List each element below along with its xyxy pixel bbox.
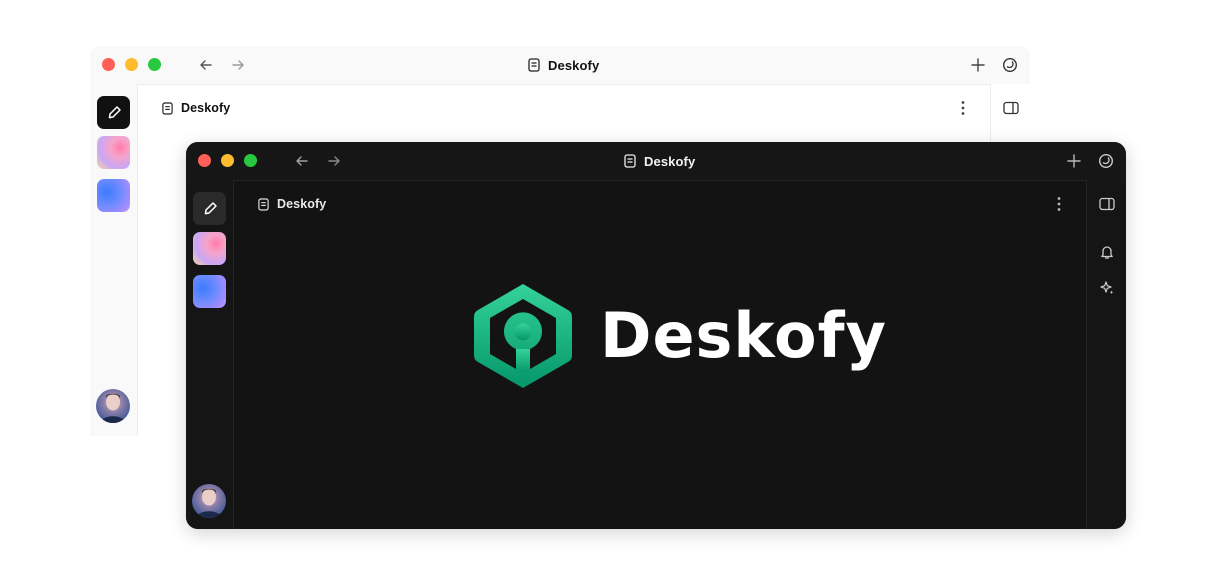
arrow-right-icon [328, 156, 340, 166]
page-title: Deskofy [258, 184, 326, 224]
forward-button[interactable] [327, 154, 341, 168]
document-icon [258, 197, 269, 211]
sparkle-icon [1100, 281, 1114, 295]
more-options-button[interactable] [1050, 195, 1068, 213]
minimize-window-button[interactable] [221, 154, 234, 167]
toggle-panel-button[interactable] [1098, 195, 1116, 213]
title-bar: Deskofy [186, 142, 1126, 181]
close-window-button[interactable] [102, 58, 115, 71]
circle-icon [1098, 153, 1114, 169]
front-window: Deskofy Deskofy Deskofy [186, 142, 1126, 529]
page-title: Deskofy [162, 88, 230, 128]
new-tab-button[interactable] [969, 56, 987, 74]
back-button[interactable] [199, 58, 213, 72]
toggle-panel-button[interactable] [1002, 99, 1020, 117]
window-title: Deskofy [528, 46, 599, 84]
more-options-button[interactable] [954, 99, 972, 117]
bell-icon [1101, 246, 1113, 259]
arrow-left-icon [200, 60, 212, 70]
right-rail [1086, 180, 1126, 529]
sidebar-panel-icon [1003, 101, 1019, 115]
page-header: Deskofy [234, 180, 1086, 228]
document-icon [162, 101, 173, 115]
maximize-window-button[interactable] [148, 58, 161, 71]
user-avatar[interactable] [192, 484, 226, 518]
more-vertical-icon [961, 101, 965, 115]
pen-icon [108, 105, 121, 119]
more-vertical-icon [1057, 197, 1061, 211]
back-button[interactable] [295, 154, 309, 168]
brand-name: Deskofy [600, 299, 887, 372]
gradient-pink-app-tile[interactable] [193, 232, 226, 265]
page-title-text: Deskofy [277, 197, 327, 211]
arrow-left-icon [296, 156, 308, 166]
gradient-blue-app-tile[interactable] [193, 275, 226, 308]
app-sidebar [186, 180, 234, 529]
arrow-right-icon [232, 60, 244, 70]
page-title-text: Deskofy [181, 101, 231, 115]
forward-button[interactable] [231, 58, 245, 72]
pen-app-tile[interactable] [193, 192, 226, 225]
hexagon-pin-logo [474, 284, 572, 388]
ai-assistant-button[interactable] [1098, 279, 1116, 297]
minimize-window-button[interactable] [125, 58, 138, 71]
notifications-button[interactable] [1098, 243, 1116, 261]
account-button[interactable] [1001, 56, 1019, 74]
account-button[interactable] [1097, 152, 1115, 170]
window-title: Deskofy [624, 142, 695, 180]
pen-icon [204, 201, 217, 215]
close-window-button[interactable] [198, 154, 211, 167]
gradient-blue-app-tile[interactable] [97, 179, 130, 212]
document-icon [624, 154, 636, 168]
pen-app-tile[interactable] [97, 96, 130, 129]
user-avatar[interactable] [96, 389, 130, 423]
plus-icon [1067, 154, 1081, 168]
app-sidebar [90, 84, 138, 436]
maximize-window-button[interactable] [244, 154, 257, 167]
page-header: Deskofy [138, 84, 1030, 132]
gradient-pink-app-tile[interactable] [97, 136, 130, 169]
title-bar: Deskofy [90, 46, 1030, 85]
window-title-text: Deskofy [548, 57, 600, 73]
document-icon [528, 58, 540, 72]
sidebar-panel-icon [1099, 197, 1115, 211]
circle-icon [1002, 57, 1018, 73]
new-tab-button[interactable] [1065, 152, 1083, 170]
brand-lockup: Deskofy [472, 282, 887, 390]
window-title-text: Deskofy [644, 153, 696, 169]
plus-icon [971, 58, 985, 72]
